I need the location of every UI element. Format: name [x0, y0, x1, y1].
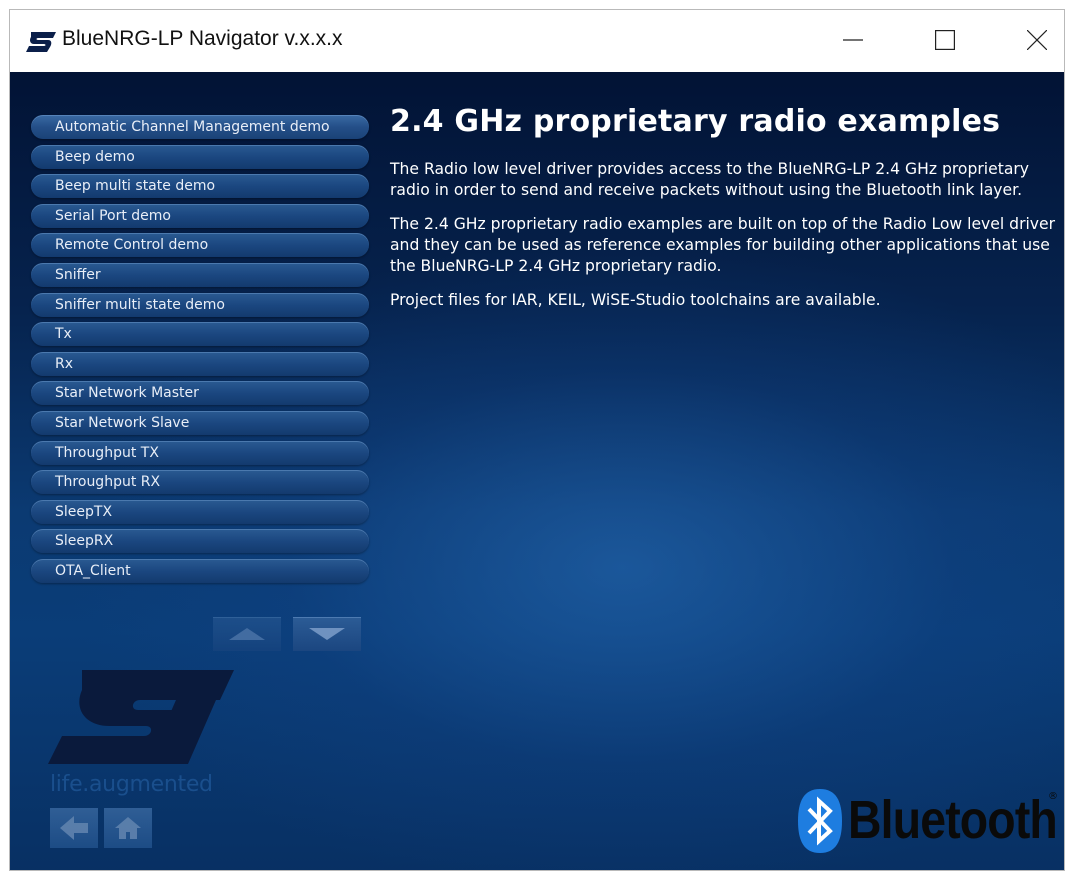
scroll-down-button[interactable]: [293, 617, 361, 651]
window-title: BlueNRG-LP Navigator v.x.x.x: [62, 27, 343, 50]
scroll-up-button[interactable]: [213, 617, 281, 651]
demo-item-automatic-channel-management[interactable]: Automatic Channel Management demo: [31, 115, 369, 139]
list-scroll-controls: [213, 617, 363, 653]
demo-item-star-network-master[interactable]: Star Network Master: [31, 381, 369, 406]
home-icon: [115, 817, 141, 839]
registered-mark: ®: [1048, 791, 1058, 802]
close-icon: [1027, 30, 1047, 50]
bluetooth-wordmark: Bluetooth: [848, 790, 1058, 850]
app-window: BlueNRG-LP Navigator v.x.x.x Automatic C…: [9, 9, 1065, 871]
description-paragraph: The 2.4 GHz proprietary radio examples a…: [390, 215, 1056, 275]
close-button[interactable]: [1014, 20, 1060, 60]
demo-item-rx[interactable]: Rx: [31, 351, 369, 376]
triangle-down-icon: [309, 628, 345, 640]
demo-item-remote-control[interactable]: Remote Control demo: [31, 233, 369, 258]
maximize-icon: [935, 30, 955, 50]
demo-item-tx[interactable]: Tx: [31, 322, 369, 347]
home-button[interactable]: [104, 808, 152, 848]
bluetooth-icon: [798, 789, 842, 853]
demo-item-sleeprx[interactable]: SleepRX: [31, 529, 369, 554]
minimize-icon: [843, 39, 863, 41]
navigator-content: Automatic Channel Management demo Beep d…: [10, 72, 1064, 870]
demo-item-serial-port[interactable]: Serial Port demo: [31, 203, 369, 228]
st-logo: [48, 670, 234, 764]
back-button[interactable]: [50, 808, 98, 848]
bluetooth-logo: Bluetooth ®: [796, 787, 1058, 857]
triangle-up-icon: [229, 628, 265, 640]
description-paragraph: Project files for IAR, KEIL, WiSE-Studio…: [390, 291, 881, 309]
description-paragraph: The Radio low level driver provides acce…: [390, 160, 1030, 199]
page-title: 2.4 GHz proprietary radio examples: [390, 104, 1001, 139]
demo-item-star-network-slave[interactable]: Star Network Slave: [31, 410, 369, 435]
demo-item-sniffer-multi-state[interactable]: Sniffer multi state demo: [31, 292, 369, 317]
description-panel: 2.4 GHz proprietary radio examples The R…: [390, 104, 1058, 324]
demo-item-throughput-rx[interactable]: Throughput RX: [31, 470, 369, 495]
arrow-left-icon: [60, 816, 88, 840]
demo-list: Automatic Channel Management demo Beep d…: [31, 115, 369, 589]
st-app-icon: [26, 32, 56, 52]
maximize-button[interactable]: [922, 20, 968, 60]
title-bar[interactable]: BlueNRG-LP Navigator v.x.x.x: [10, 10, 1064, 72]
demo-item-throughput-tx[interactable]: Throughput TX: [31, 440, 369, 465]
demo-item-beep-multi-state[interactable]: Beep multi state demo: [31, 174, 369, 199]
tagline: life.augmented: [50, 772, 213, 797]
demo-item-sleeptx[interactable]: SleepTX: [31, 499, 369, 524]
minimize-button[interactable]: [830, 20, 876, 60]
demo-item-ota-client[interactable]: OTA_Client: [31, 558, 369, 583]
demo-item-beep[interactable]: Beep demo: [31, 144, 369, 169]
demo-item-sniffer[interactable]: Sniffer: [31, 262, 369, 287]
